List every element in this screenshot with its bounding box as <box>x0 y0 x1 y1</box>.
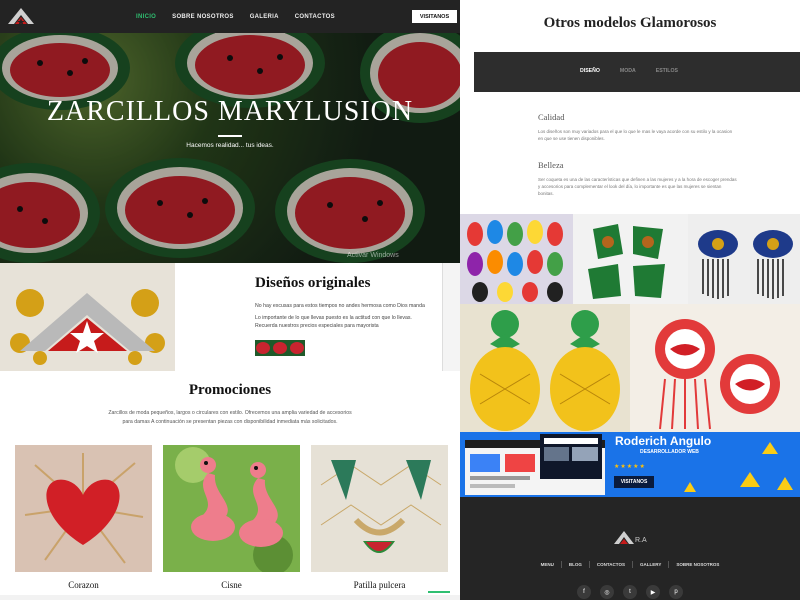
main-menu: INICIO SOBRE NOSOTROS GALERIA CONTACTOS <box>136 0 335 33</box>
twitter-icon[interactable]: t <box>623 585 637 599</box>
footer-links: MENU BLOG CONTACTOS GALLERY SOBRE NOSOTR… <box>460 561 800 568</box>
brand-logo[interactable] <box>6 4 36 28</box>
belleza-text: Ser coqueta es una de las característica… <box>538 177 737 196</box>
promociones-title: Promociones <box>188 382 272 398</box>
footer: R.A MENU BLOG CONTACTOS GALLERY SOBRE NO… <box>460 497 800 600</box>
disenos-paragraph-2: Lo importante de lo que llevas puesto es… <box>255 315 412 329</box>
nav-item-galeria[interactable]: GALERIA <box>250 14 279 20</box>
bottom-strip <box>0 595 460 600</box>
promo-label-patilla-pulcera: Patilla pulcera <box>353 580 406 590</box>
banner-visit-button[interactable]: VISITANOS <box>614 476 654 488</box>
developer-banner[interactable]: Roderich Angulo DESARROLLADOR WEB ★★★★★ … <box>460 432 800 497</box>
gallery-image-green-leaves[interactable] <box>573 214 688 304</box>
windows-watermark: Activar Windows <box>347 252 399 259</box>
youtube-icon[interactable]: ▶ <box>646 585 660 599</box>
footer-link-contactos[interactable]: CONTACTOS <box>597 562 625 567</box>
hero-title: ZARCILLOS MARYLUSION <box>46 96 414 127</box>
promo-label-cisne: Cisne <box>221 580 242 590</box>
footer-link-sobre-nosotros[interactable]: SOBRE NOSOTROS <box>676 562 719 567</box>
footer-link-menu[interactable]: MENU <box>541 562 554 567</box>
models-title: Otros modelos Glamorosos <box>543 15 717 31</box>
banner-name: Roderich Angulo <box>615 434 712 448</box>
nav-item-sobre-nosotros[interactable]: SOBRE NOSOTROS <box>172 14 234 20</box>
models-page: Otros modelos Glamorosos DISEÑO MODA EST… <box>460 0 800 600</box>
calidad-heading: Calidad <box>538 112 565 122</box>
tab-bar: DISEÑO MODA ESTILOS <box>474 52 800 92</box>
footer-logo-text: R.A <box>635 537 647 544</box>
hero-subtitle: Hacemos realidad... tus ideas. <box>186 142 274 149</box>
social-links: f ◎ t ▶ p <box>460 585 800 599</box>
pinterest-icon[interactable]: p <box>669 585 683 599</box>
screenshot-collage: INICIO SOBRE NOSOTROS GALERIA CONTACTOS … <box>0 0 800 600</box>
gallery-grid <box>460 214 800 432</box>
disenos-card: Diseños originales No hay excusas para e… <box>175 263 443 371</box>
disenos-text: No hay excusas para estos tiempos no and… <box>255 302 435 334</box>
disenos-paragraph-1: No hay excusas para estos tiempos no and… <box>255 303 425 309</box>
scroll-indicator <box>428 591 450 593</box>
promo-card-corazon[interactable] <box>15 445 152 572</box>
disenos-section: Diseños originales No hay excusas para e… <box>0 263 460 371</box>
facebook-icon[interactable]: f <box>577 585 591 599</box>
promociones-text: Zarcillos de moda pequeños, largos o cir… <box>108 410 352 425</box>
gallery-image-eye-fringe[interactable] <box>688 214 800 304</box>
promo-label-corazon: Corazon <box>68 580 99 590</box>
gallery-image-pineapples[interactable] <box>460 304 630 432</box>
rating-stars-icon: ★★★★★ <box>614 464 646 470</box>
instagram-icon[interactable]: ◎ <box>600 585 614 599</box>
disenos-title: Diseños originales <box>255 275 371 291</box>
banner-role: DESARROLLADOR WEB <box>640 449 699 455</box>
promo-card-cisne[interactable] <box>163 445 300 572</box>
calidad-text: Los diseños son muy variados para el que… <box>538 129 733 141</box>
footer-logo[interactable]: R.A <box>612 527 648 547</box>
hero-divider <box>218 135 242 137</box>
top-nav: INICIO SOBRE NOSOTROS GALERIA CONTACTOS … <box>0 0 460 33</box>
disenos-logo-image <box>0 263 175 371</box>
visit-button[interactable]: VISITANOS <box>412 10 457 23</box>
hero-section: ZARCILLOS MARYLUSION Hacemos realidad...… <box>0 33 460 263</box>
disenos-thumbnail[interactable] <box>255 340 305 356</box>
footer-link-blog[interactable]: BLOG <box>569 562 582 567</box>
footer-link-gallery[interactable]: GALLERY <box>640 562 661 567</box>
nav-item-inicio[interactable]: INICIO <box>136 14 156 20</box>
nav-item-contactos[interactable]: CONTACTOS <box>295 14 335 20</box>
tab-moda[interactable]: MODA <box>620 68 636 74</box>
gallery-image-parrots[interactable] <box>460 214 573 304</box>
tab-estilos[interactable]: ESTILOS <box>656 68 678 74</box>
landing-page: INICIO SOBRE NOSOTROS GALERIA CONTACTOS … <box>0 0 460 600</box>
gallery-image-lips-tassels[interactable] <box>630 304 800 432</box>
belleza-heading: Belleza <box>538 160 564 170</box>
tab-diseno[interactable]: DISEÑO <box>580 68 600 74</box>
promo-card-patilla-pulcera[interactable] <box>311 445 448 572</box>
